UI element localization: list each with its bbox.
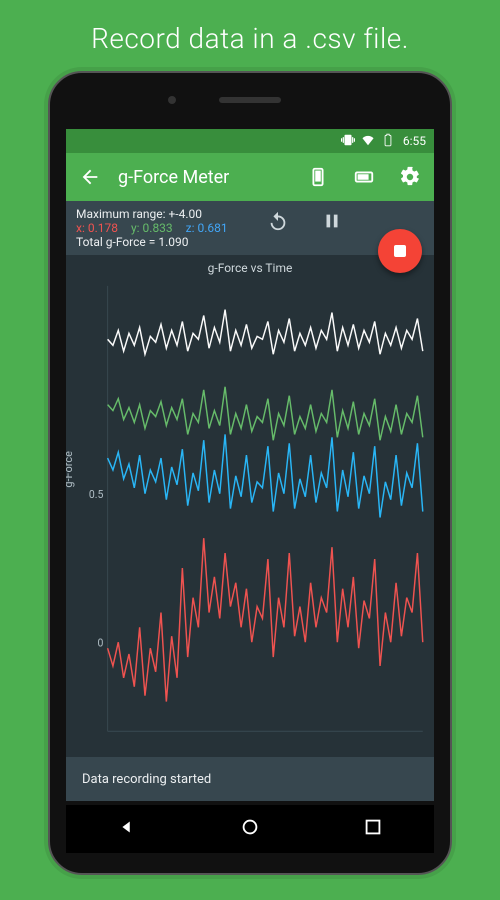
phone-portrait-icon (307, 166, 329, 188)
total-gforce-label: Total g-Force = 1.090 (76, 235, 424, 249)
nav-back-button[interactable] (116, 816, 138, 842)
android-nav-bar (66, 805, 434, 853)
nav-home-button[interactable] (239, 816, 261, 842)
x-value: x: 0.178 (76, 221, 118, 235)
orientation-lock-button[interactable] (300, 159, 336, 195)
y-value: y: 0.833 (131, 221, 173, 235)
pause-button[interactable] (314, 203, 350, 239)
nav-recents-button[interactable] (362, 816, 384, 842)
phone-speaker (219, 97, 281, 103)
series-z (108, 387, 423, 440)
app-title: g-Force Meter (118, 167, 290, 188)
promo-headline: Record data in a .csv file. (0, 0, 500, 63)
battery-icon (381, 133, 395, 150)
y-axis-label: g-Force (66, 451, 75, 488)
nav-back-icon (116, 816, 138, 838)
rotate-screen-button[interactable] (346, 159, 382, 195)
settings-button[interactable] (392, 159, 428, 195)
series-x (108, 538, 423, 701)
wifi-icon (361, 133, 375, 150)
screen: 6:55 g-Force Meter Maximum range: +-4.00… (66, 129, 434, 801)
stop-record-fab[interactable] (378, 229, 422, 273)
nav-recents-icon (362, 816, 384, 838)
snackbar: Data recording started (66, 757, 434, 801)
status-time: 6:55 (403, 134, 426, 148)
y-tick-0: 0 (98, 636, 104, 649)
app-bar: g-Force Meter (66, 153, 434, 201)
back-button[interactable] (72, 159, 108, 195)
chart-title: g-Force vs Time (72, 259, 428, 275)
pause-icon (321, 210, 343, 232)
series-total (108, 310, 423, 355)
snackbar-message: Data recording started (82, 772, 211, 787)
info-panel: Maximum range: +-4.00 x: 0.178 y: 0.833 … (66, 201, 434, 255)
series-y (108, 434, 423, 517)
max-range-label: Maximum range: +-4.00 (76, 207, 424, 221)
phone-landscape-icon (353, 166, 375, 188)
axes-readout: x: 0.178 y: 0.833 z: 0.681 (76, 221, 424, 235)
phone-camera (168, 96, 176, 104)
stop-icon (394, 245, 406, 257)
nav-home-icon (239, 816, 261, 838)
y-tick-0-5: 0.5 (89, 488, 104, 501)
chart-svg: 0.5 0 (72, 275, 428, 753)
back-arrow-icon (79, 166, 101, 188)
refresh-icon (267, 210, 289, 232)
gear-icon (399, 166, 421, 188)
phone-frame: 6:55 g-Force Meter Maximum range: +-4.00… (48, 71, 452, 875)
reset-button[interactable] (260, 203, 296, 239)
vibrate-icon (341, 133, 355, 150)
status-bar: 6:55 (66, 129, 434, 153)
z-value: z: 0.681 (186, 221, 228, 235)
chart-area: g-Force vs Time g-Force 0.5 0 (66, 255, 434, 757)
